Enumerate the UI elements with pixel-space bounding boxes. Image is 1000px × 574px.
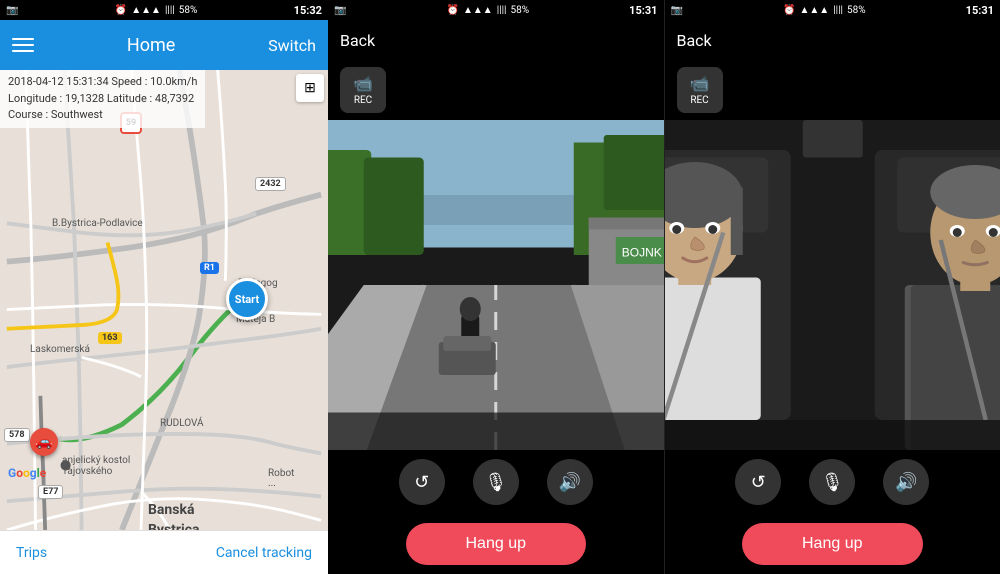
video2-rec-area: 📹 REC	[328, 60, 664, 120]
map-bottom-bar: Trips Cancel tracking	[0, 530, 328, 574]
town-label-laskomerska: Laskomerská	[30, 344, 90, 355]
town-label-podlavice: B.Bystrica-Podlavice	[52, 218, 143, 229]
app-title: Home	[127, 35, 175, 56]
map-panel: 📷 ⏰ ▲▲▲ |||| 58% 15:32 Home Switch 2018-…	[0, 0, 328, 574]
video2-back-button[interactable]: Back	[340, 31, 375, 50]
video3-back-button[interactable]: Back	[677, 31, 712, 50]
info-line3: Course : Southwest	[8, 107, 197, 124]
map-layer-button[interactable]: ⊞	[296, 74, 324, 102]
video3-rec-button[interactable]: 📹 REC	[677, 67, 723, 113]
video3-alarm-icon: ⏰	[783, 5, 795, 16]
video2-rec-button[interactable]: 📹 REC	[340, 67, 386, 113]
map-svg	[0, 70, 328, 530]
map-controls: ⊞	[296, 74, 324, 102]
speaker-icon-3: 🔊	[895, 472, 917, 493]
town-label-rudlova: RUDLOVÁ	[160, 418, 204, 429]
mic-icon-3: 🎙	[821, 472, 844, 493]
road-scene-svg: BOJNK 19	[328, 120, 664, 450]
interior-scene-svg	[665, 120, 1000, 450]
map-status-bar: 📷 ⏰ ▲▲▲ |||| 58% 15:32	[0, 0, 328, 20]
video3-controls: ↺ 🎙 🔊	[665, 450, 1000, 514]
video-panel-interior: 📷 ⏰ ▲▲▲ |||| 58% 15:31 Back 📹 REC	[664, 0, 1000, 574]
video3-rec-icon: 📹	[690, 74, 710, 93]
video2-battery: 58%	[510, 5, 529, 16]
map-view[interactable]: R1 163 E77 66 578 2432 59 B.Bystrica-Pod…	[0, 70, 328, 530]
video2-camera-icon: 📷	[334, 5, 346, 16]
video2-hangup-button[interactable]: Hang up	[406, 523, 587, 565]
video3-hangup-button[interactable]: Hang up	[742, 523, 923, 565]
map-app-bar: Home Switch	[0, 20, 328, 70]
video2-wifi-icon: ▲▲▲	[463, 5, 493, 16]
battery-level: 58%	[179, 5, 198, 16]
video3-feed	[665, 120, 1000, 450]
map-time: 15:32	[294, 4, 322, 17]
video2-rotate-button[interactable]: ↺	[399, 459, 445, 505]
town-label-anjelicky: anjelický kostol	[62, 455, 130, 466]
info-line2: Longitude : 19,1328 Latitude : 48,7392	[8, 91, 197, 108]
video3-hangup-row: Hang up	[665, 514, 1000, 574]
video2-hangup-row: Hang up	[328, 514, 664, 574]
video3-time: 15:31	[966, 4, 994, 17]
video2-signal-icon: ||||	[497, 5, 507, 16]
video2-rec-icon: 📹	[353, 74, 373, 93]
video3-battery: 58%	[847, 5, 866, 16]
info-bar: 2018-04-12 15:31:34 Speed : 10.0km/h Lon…	[0, 70, 205, 128]
road-badge-r1: R1	[200, 262, 219, 274]
video2-time: 15:31	[629, 4, 657, 17]
town-label-tajovs: Tajovského	[62, 466, 112, 477]
video2-feed: BOJNK 19	[328, 120, 664, 450]
video2-controls: ↺ 🎙 🔊	[328, 450, 664, 514]
hamburger-menu-button[interactable]	[12, 38, 34, 52]
map-camera-status-icon: 📷	[6, 5, 18, 16]
start-marker: Start	[226, 278, 268, 320]
town-label-bystrica: Bystrica	[148, 522, 200, 530]
google-logo: Google	[8, 466, 46, 480]
video3-rec-label: REC	[690, 95, 708, 106]
switch-button[interactable]: Switch	[268, 36, 316, 55]
rotate-icon: ↺	[414, 472, 429, 493]
mic-icon: 🎙	[484, 472, 507, 493]
video2-mute-button[interactable]: 🎙	[473, 459, 519, 505]
rotate-icon-3: ↺	[751, 472, 766, 493]
info-line1: 2018-04-12 15:31:34 Speed : 10.0km/h	[8, 74, 197, 91]
car-icon: 🚗	[30, 428, 58, 456]
video2-status-bar: 📷 ⏰ ▲▲▲ |||| 58% 15:31	[328, 0, 664, 20]
video3-speaker-button[interactable]: 🔊	[883, 459, 929, 505]
video3-rotate-button[interactable]: ↺	[735, 459, 781, 505]
signal-icon: ||||	[165, 5, 175, 16]
road-badge-578: 578	[4, 428, 30, 442]
video-panel-road: 📷 ⏰ ▲▲▲ |||| 58% 15:31 Back 📹 REC	[328, 0, 664, 574]
speaker-icon: 🔊	[559, 472, 581, 493]
alarm-icon: ⏰	[115, 5, 127, 16]
video2-speaker-button[interactable]: 🔊	[547, 459, 593, 505]
video3-wifi-icon: ▲▲▲	[800, 5, 830, 16]
road-badge-2432: 2432	[255, 177, 286, 191]
video3-signal-icon: ||||	[833, 5, 843, 16]
map-status-icons: ⏰ ▲▲▲ |||| 58%	[115, 5, 198, 16]
video3-status-bar: 📷 ⏰ ▲▲▲ |||| 58% 15:31	[665, 0, 1000, 20]
road-badge-163: 163	[98, 332, 122, 344]
town-label-banska: Banská	[148, 502, 194, 518]
video3-camera-icon: 📷	[671, 5, 683, 16]
video2-rec-label: REC	[354, 95, 372, 106]
road-badge-e77: E77	[38, 485, 63, 499]
video3-mute-button[interactable]: 🎙	[809, 459, 855, 505]
cancel-tracking-link[interactable]: Cancel tracking	[216, 545, 312, 561]
video3-top-bar: Back	[665, 20, 1000, 60]
video3-rec-area: 📹 REC	[665, 60, 1000, 120]
video2-top-bar: Back	[328, 20, 664, 60]
trips-link[interactable]: Trips	[16, 545, 47, 561]
svg-text:BOJNK 19: BOJNK 19	[622, 246, 664, 260]
town-label-robot2: ...	[268, 478, 276, 489]
video2-alarm-icon: ⏰	[447, 5, 459, 16]
wifi-icon: ▲▲▲	[131, 5, 161, 16]
